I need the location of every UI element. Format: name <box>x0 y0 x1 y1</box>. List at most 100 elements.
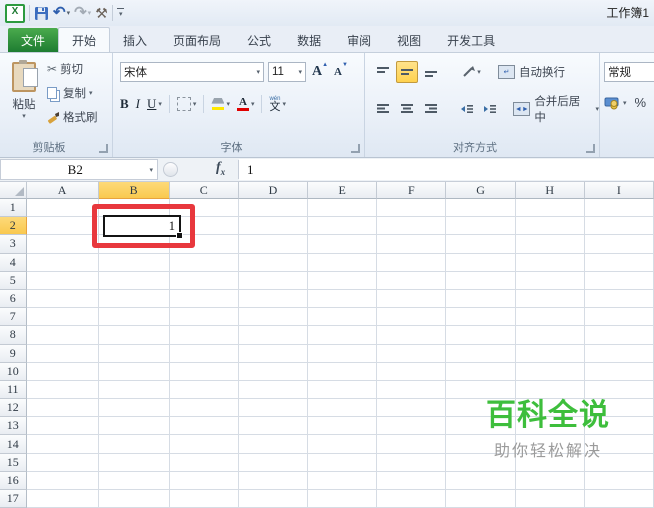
cell-D4[interactable] <box>238 253 309 272</box>
column-header-C[interactable]: C <box>169 182 239 199</box>
insert-function-button[interactable]: fx <box>216 160 225 177</box>
redo-dropdown-icon[interactable]: ▾ <box>88 9 92 17</box>
cell-H6[interactable] <box>515 289 585 309</box>
font-size-combobox[interactable]: 11 ▾ <box>268 62 306 82</box>
orientation-button[interactable]: ▾ <box>456 61 486 83</box>
name-box[interactable]: B2 ▾ <box>0 159 158 180</box>
cell-D10[interactable] <box>238 362 309 381</box>
cell-E13[interactable] <box>308 417 378 436</box>
cell-D11[interactable] <box>238 380 309 400</box>
cell-F3[interactable] <box>377 235 447 254</box>
column-header-F[interactable]: F <box>377 182 447 199</box>
paste-button[interactable]: 粘贴 ▾ <box>5 60 43 136</box>
copy-dropdown-icon[interactable]: ▾ <box>89 89 93 97</box>
row-header-12[interactable]: 12 <box>0 399 27 418</box>
cell-E15[interactable] <box>308 453 378 472</box>
cell-B10[interactable] <box>98 362 170 381</box>
cell-H1[interactable] <box>515 199 585 218</box>
align-bottom-button[interactable] <box>420 61 442 83</box>
cell-D1[interactable] <box>238 199 309 218</box>
cell-F8[interactable] <box>377 326 447 345</box>
cell-G9[interactable] <box>446 344 516 363</box>
cell-I17[interactable] <box>584 490 654 508</box>
merge-center-button[interactable]: ◄► 合并后居中 ▾ <box>513 93 599 125</box>
excel-app-icon[interactable]: X <box>5 3 25 23</box>
font-name-combobox[interactable]: 宋体 ▾ <box>120 62 264 82</box>
cell-B12[interactable] <box>98 399 170 418</box>
cell-F13[interactable] <box>377 417 447 436</box>
cell-C12[interactable] <box>169 399 239 418</box>
paste-dropdown-icon[interactable]: ▾ <box>22 112 26 120</box>
row-header-2[interactable]: 2 <box>0 217 27 236</box>
undo-button[interactable]: ↶ ▾ <box>53 4 70 22</box>
cell-I3[interactable] <box>584 235 654 254</box>
bold-button[interactable]: B <box>120 96 129 112</box>
row-header-7[interactable]: 7 <box>0 308 27 327</box>
tab-view[interactable]: 视图 <box>384 28 434 52</box>
cell-D6[interactable] <box>238 289 309 309</box>
column-header-E[interactable]: E <box>308 182 378 199</box>
cell-A14[interactable] <box>26 435 99 454</box>
align-right-button[interactable] <box>420 98 442 120</box>
row-header-3[interactable]: 3 <box>0 235 27 254</box>
cell-E5[interactable] <box>308 271 378 290</box>
cell-E12[interactable] <box>308 399 378 418</box>
cell-A7[interactable] <box>26 308 99 327</box>
cell-C10[interactable] <box>169 362 239 381</box>
row-header-17[interactable]: 17 <box>0 490 27 508</box>
cell-E4[interactable] <box>308 253 378 272</box>
tab-insert[interactable]: 插入 <box>110 28 160 52</box>
tab-developer[interactable]: 开发工具 <box>434 28 508 52</box>
row-header-1[interactable]: 1 <box>0 199 27 218</box>
cell-D3[interactable] <box>238 235 309 254</box>
cut-button[interactable]: ✂ 剪切 <box>47 59 98 79</box>
column-header-A[interactable]: A <box>26 182 99 199</box>
select-all-button[interactable] <box>0 182 27 199</box>
cell-C11[interactable] <box>169 380 239 400</box>
cell-I10[interactable] <box>584 362 654 381</box>
cell-D7[interactable] <box>238 308 309 327</box>
undo-dropdown-icon[interactable]: ▾ <box>67 9 71 17</box>
cell-D17[interactable] <box>238 490 309 508</box>
cell-D8[interactable] <box>238 326 309 345</box>
grow-font-button[interactable]: A▲ <box>312 62 328 80</box>
cell-E9[interactable] <box>308 344 378 363</box>
row-header-16[interactable]: 16 <box>0 471 27 490</box>
cell-C13[interactable] <box>169 417 239 436</box>
font-color-button[interactable]: A ▾ <box>236 97 254 111</box>
cell-A3[interactable] <box>26 235 99 254</box>
cell-E2[interactable] <box>308 217 378 236</box>
cell-H4[interactable] <box>515 253 585 272</box>
cell-A17[interactable] <box>26 490 99 508</box>
cell-B16[interactable] <box>98 471 170 490</box>
cell-E7[interactable] <box>308 308 378 327</box>
cell-G3[interactable] <box>446 235 516 254</box>
row-header-8[interactable]: 8 <box>0 326 27 345</box>
column-header-D[interactable]: D <box>238 182 309 199</box>
cell-A16[interactable] <box>26 471 99 490</box>
cell-I11[interactable] <box>584 380 654 400</box>
cell-I2[interactable] <box>584 217 654 236</box>
cell-B11[interactable] <box>98 380 170 400</box>
cell-E14[interactable] <box>308 435 378 454</box>
tab-file[interactable]: 文件 <box>8 28 58 52</box>
row-header-13[interactable]: 13 <box>0 417 27 436</box>
cell-A1[interactable] <box>26 199 99 218</box>
cell-B14[interactable] <box>98 435 170 454</box>
cell-G7[interactable] <box>446 308 516 327</box>
cell-A15[interactable] <box>26 453 99 472</box>
cell-D2[interactable] <box>238 217 309 236</box>
cell-A8[interactable] <box>26 326 99 345</box>
tab-home[interactable]: 开始 <box>58 27 111 52</box>
cell-H9[interactable] <box>515 344 585 363</box>
format-painter-button[interactable]: 格式刷 <box>47 107 98 127</box>
cell-A5[interactable] <box>26 271 99 290</box>
row-header-15[interactable]: 15 <box>0 453 27 472</box>
cell-F10[interactable] <box>377 362 447 381</box>
cell-B17[interactable] <box>98 490 170 508</box>
cell-E8[interactable] <box>308 326 378 345</box>
cell-E3[interactable] <box>308 235 378 254</box>
row-header-14[interactable]: 14 <box>0 435 27 454</box>
cell-D16[interactable] <box>238 471 309 490</box>
borders-button[interactable]: ▾ <box>176 97 196 111</box>
